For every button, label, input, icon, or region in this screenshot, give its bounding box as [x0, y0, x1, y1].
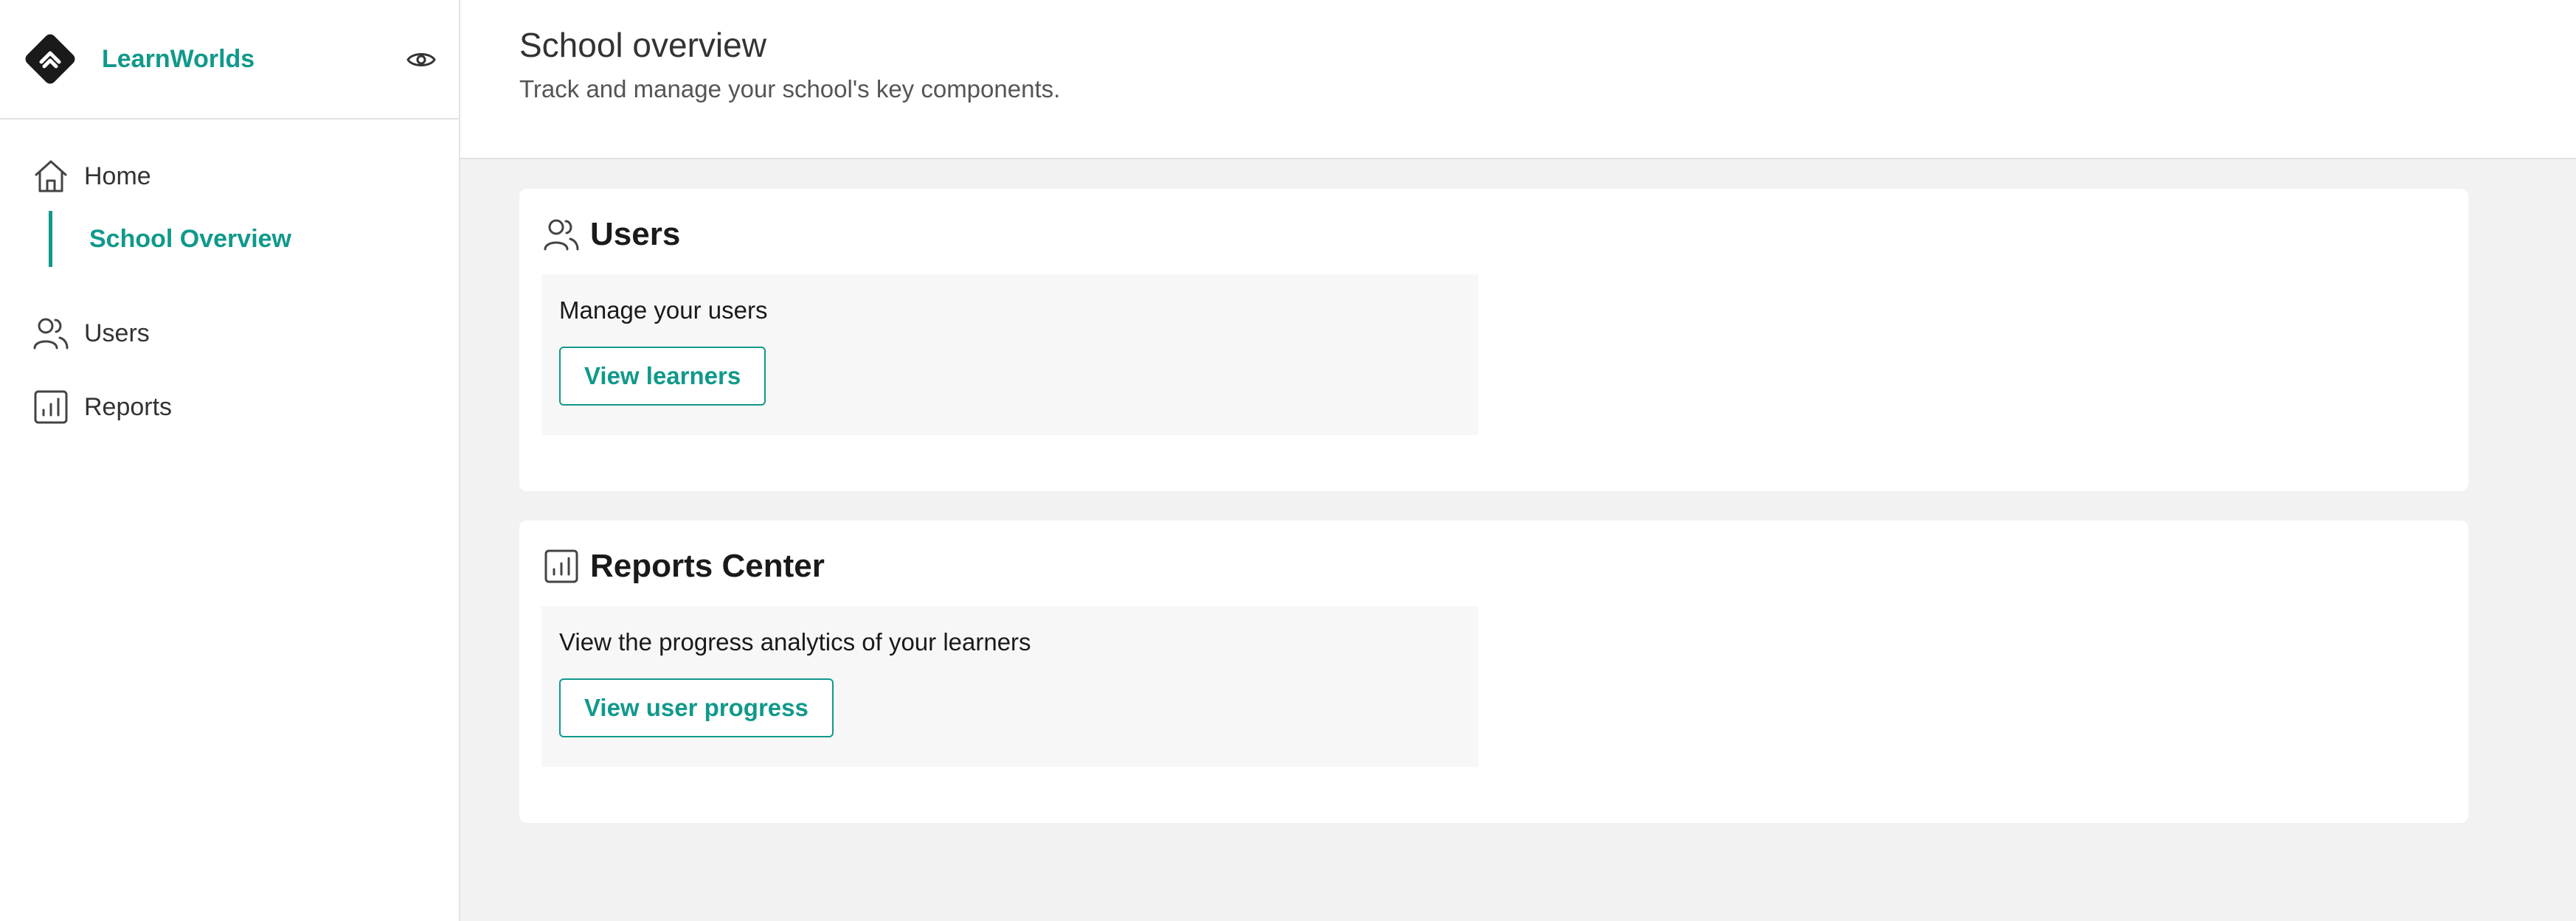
- sidebar-item-reports[interactable]: Reports: [0, 370, 459, 444]
- reports-icon: [541, 546, 581, 586]
- view-user-progress-button[interactable]: View user progress: [559, 678, 834, 737]
- card-title: Users: [590, 216, 681, 252]
- page-title: School overview: [519, 26, 766, 64]
- sidebar-item-label: School Overview: [89, 224, 291, 253]
- sidebar-item-home[interactable]: Home: [0, 142, 459, 211]
- card-title: Reports Center: [590, 548, 825, 584]
- card-description: Manage your users: [559, 296, 768, 324]
- card-body: Manage your users View learners: [541, 274, 1478, 435]
- sidebar-item-label: Reports: [84, 392, 173, 421]
- brand-name[interactable]: LearnWorlds: [102, 45, 255, 74]
- view-learners-button[interactable]: View learners: [559, 347, 766, 406]
- page-header: School overview Track and manage your sc…: [460, 0, 2576, 159]
- card-header: Users: [541, 211, 2446, 258]
- home-icon: [31, 156, 71, 196]
- overview-cards: Users Manage your users View learners Re…: [460, 159, 2576, 823]
- card-description: View the progress analytics of your lear…: [559, 628, 1031, 656]
- page-subtitle: Track and manage your school's key compo…: [519, 75, 1061, 102]
- brand-header: LearnWorlds: [0, 0, 459, 119]
- card-header: Reports Center: [541, 543, 2446, 590]
- sidebar: LearnWorlds Home School Overview Users R…: [0, 0, 460, 921]
- preview-eye-button[interactable]: [404, 43, 438, 77]
- card-body: View the progress analytics of your lear…: [541, 606, 1478, 767]
- users-icon: [541, 215, 581, 254]
- sidebar-nav: Home School Overview Users Reports: [0, 119, 459, 444]
- sidebar-item-label: Users: [84, 319, 150, 347]
- sidebar-item-school-overview[interactable]: School Overview: [49, 211, 459, 267]
- sidebar-item-label: Home: [84, 161, 151, 190]
- users-icon: [31, 313, 71, 353]
- app-root: LearnWorlds Home School Overview Users R…: [0, 0, 2576, 921]
- reports-center-card: Reports Center View the progress analyti…: [519, 521, 2468, 823]
- reports-icon: [31, 387, 71, 427]
- sidebar-item-users[interactable]: Users: [0, 296, 459, 370]
- learnworlds-logo-icon: [25, 34, 75, 84]
- main-content: School overview Track and manage your sc…: [460, 0, 2576, 921]
- users-card: Users Manage your users View learners: [519, 189, 2468, 491]
- eye-icon: [406, 53, 436, 66]
